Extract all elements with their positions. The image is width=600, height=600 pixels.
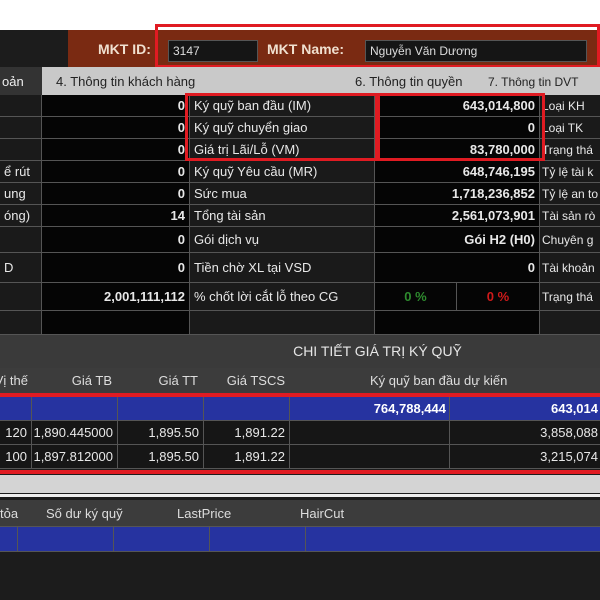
row-value: 0 [375, 253, 540, 282]
collateral-header: tỏa Số dư ký quỹ LastPrice HairCut [0, 500, 600, 527]
initial-margin: 3,215,074 [540, 449, 598, 464]
highlight-box-values [375, 93, 545, 161]
row-label-right: Tỷ lệ an to [540, 183, 600, 204]
row-label: Ký quỹ Yêu cầu (MR) [190, 161, 375, 182]
row-label: Sức mua [190, 183, 375, 204]
tab-customer-info[interactable]: 4. Thông tin khách hàng [56, 67, 195, 95]
horizontal-scrollbar[interactable] [0, 475, 600, 493]
row-value-left: 0 [42, 161, 190, 182]
position: 100 [0, 445, 32, 468]
row-value-left: 0 [42, 95, 190, 116]
row-label-left [0, 95, 42, 116]
position: 120 [0, 421, 32, 444]
row-value-left: 2,001,111,112 [42, 283, 190, 310]
market-price: 1,895.50 [118, 445, 204, 468]
collateral-row[interactable] [0, 527, 600, 552]
row-value: Gói H2 (H0) [375, 227, 540, 252]
row-label-left: D [0, 253, 42, 282]
col-expected-im[interactable]: Ký quỹ ban đầu dự kiến [370, 368, 507, 393]
row-label-right: Tài sản rò [540, 205, 600, 226]
margin-detail-row[interactable]: 100 1,897.812000 1,895.50 1,891.22 3,215… [0, 445, 600, 469]
row-label-left [0, 139, 42, 160]
row-label-left: ung [0, 183, 42, 204]
avg-price: 1,897.812000 [32, 445, 118, 468]
margin-detail-header: Vị thế Giá TB Giá TT Giá TSCS Ký quỹ ban… [0, 368, 600, 394]
row-label-left [0, 283, 42, 310]
col-tao[interactable]: tỏa [0, 500, 18, 526]
initial-margin: 3,858,088 [540, 425, 598, 440]
row-value-left: 0 [42, 183, 190, 204]
summary-row: 0 Gói dịch vụ Gói H2 (H0) Chuyên g [0, 227, 600, 253]
tscs-price: 1,891.22 [204, 445, 290, 468]
row-label-right: Loại KH [540, 95, 600, 116]
take-profit-percent: 0 % [375, 283, 457, 310]
avg-price: 1,890.445000 [32, 421, 118, 444]
col-last-price[interactable]: LastPrice [177, 500, 231, 526]
expected-im-total: 764,788,444 [373, 401, 446, 416]
row-label-right: Loại TK [540, 117, 600, 138]
summary-row: 2,001,111,112% chốt lời cắt lỗ theo CG 0 … [0, 283, 600, 311]
mkt-id-label: MKT ID: [98, 41, 151, 57]
margin-detail-title: CHI TIẾT GIÁ TRỊ KÝ QUỸ [0, 335, 600, 368]
stop-loss-percent: 0 % [457, 283, 540, 310]
row-label: % chốt lời cắt lỗ theo CG [190, 283, 375, 310]
row-value: 1,718,236,852 [375, 183, 540, 204]
row-label-right: Trạng thá [540, 283, 600, 310]
divider [0, 494, 600, 497]
row-value: 648,746,195 [375, 161, 540, 182]
row-value-left: 0 [42, 117, 190, 138]
row-label: Tổng tài sản [190, 205, 375, 226]
summary-row: ể rút 0 Ký quỹ Yêu cầu (MR) 648,746,195 Tỷ l… [0, 161, 600, 183]
summary-row [0, 311, 600, 335]
row-label-right: Trạng thá [540, 139, 600, 160]
col-position[interactable]: Vị thế [0, 368, 28, 393]
row-label: Gói dịch vụ [190, 227, 375, 252]
highlight-box-labels [185, 93, 380, 161]
row-label-right: Chuyên g [540, 227, 600, 252]
row-label-right: Tài khoản [540, 253, 600, 282]
margin-detail-row[interactable]: 120 1,890.445000 1,895.50 1,891.22 3,858… [0, 421, 600, 445]
market-price: 1,895.50 [118, 421, 204, 444]
col-avg-price[interactable]: Giá TB [72, 368, 112, 393]
row-value-left: 14 [42, 205, 190, 226]
row-value-left: 0 [42, 227, 190, 252]
col-tscs-price[interactable]: Giá TSCS [227, 368, 285, 393]
tab-dvt-info[interactable]: 7. Thông tin DVT [488, 67, 579, 95]
tab-account[interactable]: oản [0, 67, 42, 95]
im-total: 643,014 [551, 401, 598, 416]
summary-row: ung 0 Sức mua 1,718,236,852 Tỷ lệ an to [0, 183, 600, 205]
col-margin-balance[interactable]: Số dư ký quỹ [46, 500, 123, 526]
margin-total-row[interactable]: 764,788,444 643,014 [0, 397, 600, 421]
row-value-left: 0 [42, 139, 190, 160]
row-label: Tiền chờ XL tại VSD [190, 253, 375, 282]
row-label-right: Tỷ lệ tài k [540, 161, 600, 182]
highlight-line-bottom [0, 470, 600, 474]
row-label-left: óng) [0, 205, 42, 226]
summary-row: D 0 Tiền chờ XL tại VSD 0 Tài khoản [0, 253, 600, 283]
highlight-box-mkt [155, 24, 600, 68]
col-haircut[interactable]: HairCut [300, 500, 344, 526]
summary-row: óng) 14 Tổng tài sản 2,561,073,901 Tài sản r… [0, 205, 600, 227]
row-label-left [0, 117, 42, 138]
row-label-left [0, 227, 42, 252]
tscs-price: 1,891.22 [204, 421, 290, 444]
row-value: 2,561,073,901 [375, 205, 540, 226]
row-label-left: ể rút [0, 161, 42, 182]
row-value-left: 0 [42, 253, 190, 282]
col-market-price[interactable]: Giá TT [159, 368, 199, 393]
tab-rights-info[interactable]: 6. Thông tin quyền [355, 67, 462, 95]
